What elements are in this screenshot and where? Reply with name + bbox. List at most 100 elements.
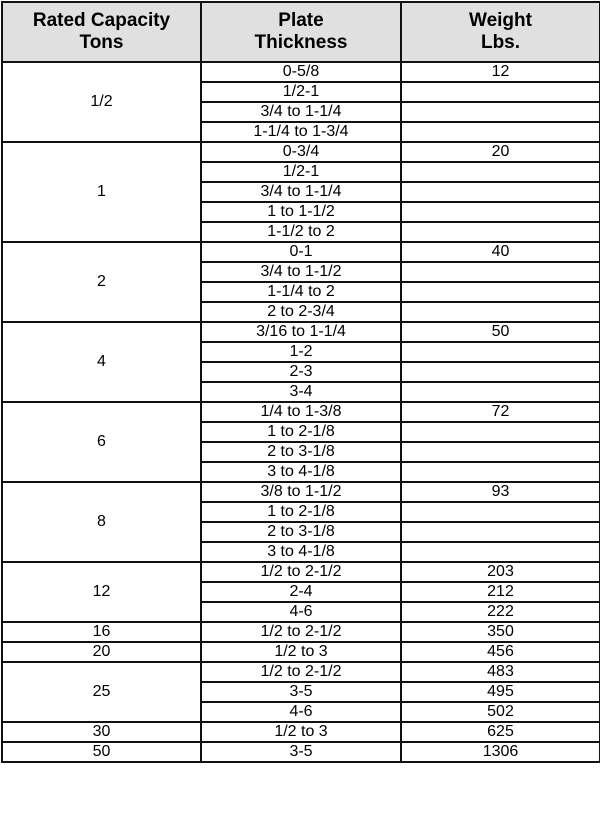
thickness-cell: 0-5/8 [200, 61, 402, 83]
weight-cell: 222 [400, 601, 600, 623]
table-row: 50 3-5 1306 [1, 741, 600, 763]
weight-cell [400, 461, 600, 483]
weight-cell: 40 [400, 241, 600, 263]
capacity-cell: 1/2 [1, 61, 202, 143]
thickness-cell: 2 to 2-3/4 [200, 301, 402, 323]
thickness-cell: 4-6 [200, 701, 402, 723]
table-row: 2 0-1 40 [1, 241, 600, 323]
thickness-cell: 3 to 4-1/8 [200, 461, 402, 483]
thickness-cell: 1/2 to 2-1/2 [200, 661, 402, 683]
thickness-cell: 1/2-1 [200, 81, 402, 103]
weight-cell [400, 101, 600, 123]
header-capacity: Rated Capacity Tons [1, 1, 202, 63]
table-row: 16 1/2 to 2-1/2 350 [1, 621, 600, 643]
weight-cell [400, 361, 600, 383]
table-row: 4 3/16 to 1-1/4 50 [1, 321, 600, 403]
thickness-cell: 3-5 [200, 681, 402, 703]
weight-cell [400, 261, 600, 283]
thickness-cell: 1-1/4 to 2 [200, 281, 402, 303]
table-row: 30 1/2 to 3 625 [1, 721, 600, 743]
table-row: 25 1/2 to 2-1/2 483 [1, 661, 600, 723]
thickness-cell: 1/2-1 [200, 161, 402, 183]
thickness-cell: 1/2 to 2-1/2 [200, 621, 402, 643]
capacity-cell: 50 [1, 741, 202, 763]
weight-cell: 495 [400, 681, 600, 703]
weight-cell [400, 221, 600, 243]
weight-cell [400, 121, 600, 143]
capacity-cell: 12 [1, 561, 202, 623]
weight-cell: 456 [400, 641, 600, 663]
capacity-cell: 8 [1, 481, 202, 563]
weight-cell: 212 [400, 581, 600, 603]
thickness-cell: 0-3/4 [200, 141, 402, 163]
weight-cell [400, 281, 600, 303]
weight-cell: 502 [400, 701, 600, 723]
thickness-cell: 3 to 4-1/8 [200, 541, 402, 563]
weight-cell: 625 [400, 721, 600, 743]
weight-cell: 12 [400, 61, 600, 83]
thickness-cell: 1/2 to 2-1/2 [200, 561, 402, 583]
thickness-cell: 3/4 to 1-1/4 [200, 101, 402, 123]
header-weight: Weight Lbs. [400, 1, 600, 63]
table-row: 20 1/2 to 3 456 [1, 641, 600, 663]
header-row: Rated Capacity Tons Plate Thickness Weight… [1, 1, 600, 63]
thickness-cell: 2 to 3-1/8 [200, 521, 402, 543]
thickness-cell: 1-2 [200, 341, 402, 363]
table-body: 1/2 0-5/8 12 1/2-1 3/4 to 1-1/4 1-1/4 to 1-3/… [1, 61, 600, 763]
table-row: 8 3/8 to 1-1/2 93 [1, 481, 600, 563]
capacity-cell: 20 [1, 641, 202, 663]
thickness-cell: 1 to 2-1/8 [200, 501, 402, 523]
thickness-cell: 2 to 3-1/8 [200, 441, 402, 463]
capacity-cell: 30 [1, 721, 202, 743]
weight-cell [400, 421, 600, 443]
thickness-cell: 1-1/2 to 2 [200, 221, 402, 243]
weight-cell [400, 181, 600, 203]
thickness-cell: 1-1/4 to 1-3/4 [200, 121, 402, 143]
weight-cell: 350 [400, 621, 600, 643]
thickness-cell: 3/4 to 1-1/4 [200, 181, 402, 203]
thickness-cell: 3-4 [200, 381, 402, 403]
weight-cell: 93 [400, 481, 600, 503]
header-thickness: Plate Thickness [200, 1, 402, 63]
thickness-cell: 1 to 1-1/2 [200, 201, 402, 223]
thickness-cell: 1 to 2-1/8 [200, 421, 402, 443]
thickness-cell: 3/4 to 1-1/2 [200, 261, 402, 283]
capacity-cell: 6 [1, 401, 202, 483]
weight-cell [400, 441, 600, 463]
weight-cell [400, 201, 600, 223]
table-row: 1/2 0-5/8 12 [1, 61, 600, 143]
weight-cell [400, 521, 600, 543]
weight-cell [400, 81, 600, 103]
weight-cell [400, 161, 600, 183]
capacity-table: Rated Capacity Tons Plate Thickness Weight… [1, 1, 600, 763]
weight-cell [400, 541, 600, 563]
table-row: 12 1/2 to 2-1/2 203 [1, 561, 600, 623]
thickness-cell: 1/4 to 1-3/8 [200, 401, 402, 423]
weight-cell: 50 [400, 321, 600, 343]
thickness-cell: 2-3 [200, 361, 402, 383]
weight-cell [400, 301, 600, 323]
weight-cell [400, 501, 600, 523]
table-row: 6 1/4 to 1-3/8 72 [1, 401, 600, 483]
thickness-cell: 4-6 [200, 601, 402, 623]
weight-cell: 203 [400, 561, 600, 583]
thickness-cell: 1/2 to 3 [200, 721, 402, 743]
capacity-cell: 4 [1, 321, 202, 403]
weight-cell: 20 [400, 141, 600, 163]
weight-cell: 483 [400, 661, 600, 683]
capacity-cell: 1 [1, 141, 202, 243]
weight-cell [400, 381, 600, 403]
weight-cell: 72 [400, 401, 600, 423]
table-row: 1 0-3/4 20 [1, 141, 600, 243]
capacity-cell: 16 [1, 621, 202, 643]
thickness-cell: 0-1 [200, 241, 402, 263]
thickness-cell: 3/16 to 1-1/4 [200, 321, 402, 343]
capacity-cell: 25 [1, 661, 202, 723]
thickness-cell: 3/8 to 1-1/2 [200, 481, 402, 503]
weight-cell: 1306 [400, 741, 600, 763]
capacity-cell: 2 [1, 241, 202, 323]
thickness-cell: 1/2 to 3 [200, 641, 402, 663]
thickness-cell: 2-4 [200, 581, 402, 603]
weight-cell [400, 341, 600, 363]
thickness-cell: 3-5 [200, 741, 402, 763]
